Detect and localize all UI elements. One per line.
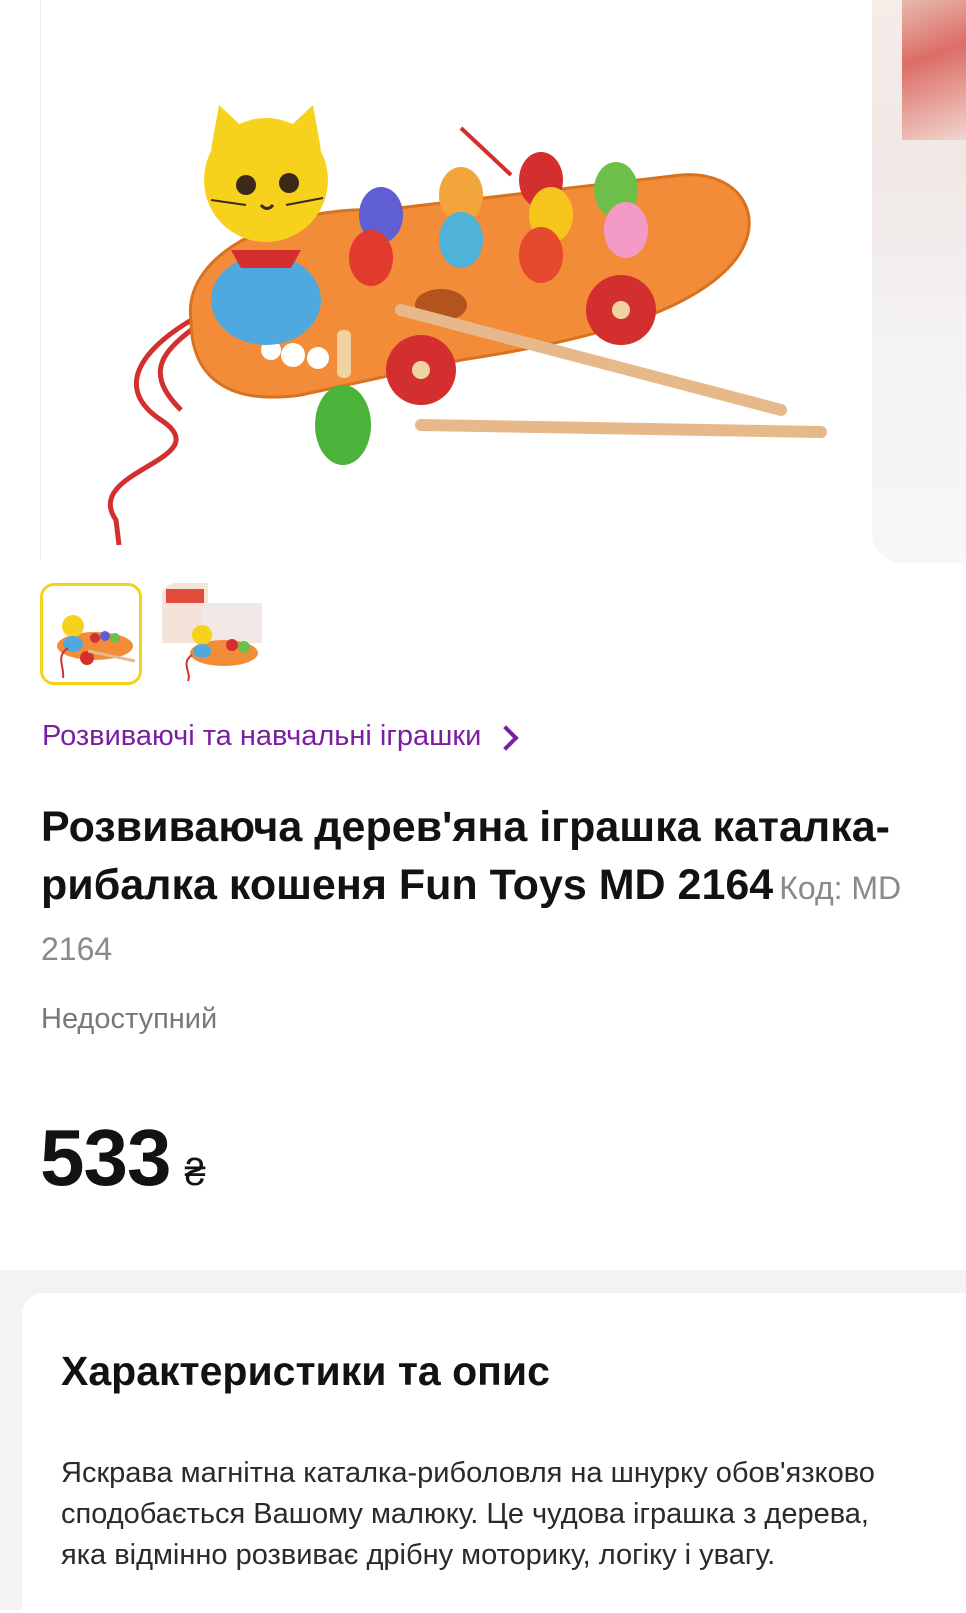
thumbnail-strip [40,583,262,687]
category-label: Розвиваючі та навчальні іграшки [42,720,482,752]
availability-status: Недоступний [41,1003,218,1035]
price-value: 533 [40,1113,171,1202]
toy-illustration [107,105,827,546]
price-block: 533 ₴ [40,1112,206,1204]
currency-icon: ₴ [184,1152,206,1194]
next-product-image-preview[interactable] [872,0,966,563]
thumbnail-box-image [162,583,262,683]
thumbnail-toy-image [43,586,139,682]
description-text: Яскрава магнітна каталка-риболовля на шн… [61,1457,875,1571]
chevron-right-icon [493,724,520,751]
product-title-text: Розвиваюча дерев'яна іграшка каталка-риб… [41,803,890,909]
thumbnail-2[interactable] [162,583,262,683]
thumbnail-1[interactable] [40,583,142,685]
box-image-fragment [902,0,966,140]
category-breadcrumb-link[interactable]: Розвиваючі та навчальні іграшки [42,720,520,753]
description-heading: Характеристики та опис [61,1348,550,1394]
product-image-gallery[interactable] [0,0,966,565]
product-main-image[interactable] [40,0,861,560]
product-title: Розвиваюча дерев'яна іграшка каталка-риб… [41,798,951,978]
